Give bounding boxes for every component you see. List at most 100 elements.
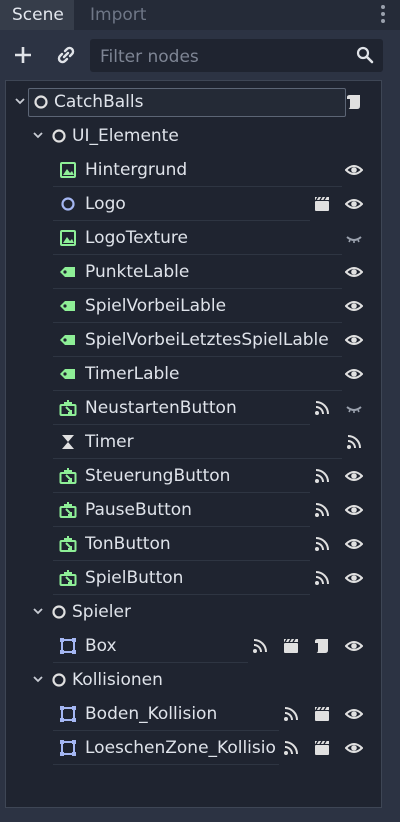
label-icon (60, 369, 75, 379)
texture-button-icon (59, 570, 77, 586)
expand-arrow-icon[interactable] (32, 129, 44, 141)
tree-row-spielbutton[interactable]: SpielButton (6, 561, 381, 595)
texture-button-icon (59, 400, 77, 416)
eye-icon[interactable] (345, 705, 363, 723)
signal-icon[interactable] (313, 399, 331, 417)
node-icon (52, 673, 66, 687)
node-name[interactable]: PunkteLable (85, 255, 340, 289)
plus-icon (15, 47, 31, 63)
node-name[interactable]: SteuerungButton (85, 459, 308, 493)
filter-nodes-input[interactable] (90, 39, 352, 74)
tree-row-pausebutton[interactable]: PauseButton (6, 493, 381, 527)
tree-row-steuerungbutton[interactable]: SteuerungButton (6, 459, 381, 493)
script-icon[interactable] (345, 93, 363, 111)
tree-row-timer[interactable]: Timer (6, 425, 381, 459)
tree-row-punktelable[interactable]: PunkteLable (6, 255, 381, 289)
eye-icon[interactable] (345, 739, 363, 757)
link-icon (57, 46, 75, 64)
node2d-icon (61, 197, 75, 211)
node-icon (34, 95, 48, 109)
row-divider (53, 764, 279, 765)
node-name[interactable]: Boden_Kollision (85, 697, 277, 731)
instance-icon[interactable] (282, 637, 300, 655)
expand-arrow-icon[interactable] (32, 673, 44, 685)
area-icon (60, 638, 76, 654)
tab-import[interactable]: Import (74, 0, 164, 30)
signal-icon[interactable] (313, 501, 331, 519)
tree-row-neustartenbutton[interactable]: NeustartenButton (6, 391, 381, 425)
tree-row-spielvorbeilable[interactable]: SpielVorbeiLable (6, 289, 381, 323)
tree-row-kollisionen[interactable]: Kollisionen (6, 663, 381, 697)
node-name[interactable]: LoeschenZone_Kollisio (85, 731, 277, 765)
node-name[interactable]: Kollisionen (72, 663, 332, 697)
node-name[interactable]: Box (85, 629, 246, 663)
tree-row-ui-elemente[interactable]: UI_Elemente (6, 119, 381, 153)
texture-button-icon (59, 502, 77, 518)
node-name[interactable]: SpielVorbeiLable (85, 289, 340, 323)
expand-arrow-icon[interactable] (32, 605, 44, 617)
tree-row-tonbutton[interactable]: TonButton (6, 527, 381, 561)
eye-closed-icon[interactable] (345, 229, 363, 247)
signal-icon[interactable] (313, 535, 331, 553)
instance-icon[interactable] (313, 705, 331, 723)
tree-row-spieler[interactable]: Spieler (6, 595, 381, 629)
signal-icon[interactable] (282, 705, 300, 723)
instance-icon[interactable] (313, 739, 331, 757)
signal-icon[interactable] (251, 637, 269, 655)
node-name[interactable]: Logo (85, 187, 308, 221)
node-name[interactable]: CatchBalls (54, 85, 340, 119)
eye-icon[interactable] (345, 195, 363, 213)
node-name[interactable]: NeustartenButton (85, 391, 308, 425)
signal-icon[interactable] (345, 433, 363, 451)
tree-row-timerlable[interactable]: TimerLable (6, 357, 381, 391)
node-icon (52, 129, 66, 143)
node-icon (52, 605, 66, 619)
texture-button-icon (59, 536, 77, 552)
node-name[interactable]: TimerLable (85, 357, 340, 391)
eye-icon[interactable] (345, 501, 363, 519)
tree-row-catchballs[interactable]: CatchBalls (6, 85, 381, 119)
node-name[interactable]: LogoTexture (85, 221, 340, 255)
signal-icon[interactable] (282, 739, 300, 757)
eye-icon[interactable] (345, 467, 363, 485)
tree-row-logo[interactable]: Logo (6, 187, 381, 221)
scene-tree[interactable]: CatchBalls UI_Elemente Hintergrund Logo Logo… (5, 80, 382, 808)
eye-icon[interactable] (345, 331, 363, 349)
eye-icon[interactable] (345, 365, 363, 383)
node-name[interactable]: SpielButton (85, 561, 308, 595)
eye-icon[interactable] (345, 569, 363, 587)
eye-icon[interactable] (345, 263, 363, 281)
tree-row-loeschenzone-kollisio[interactable]: LoeschenZone_Kollisio (6, 731, 381, 765)
node-name[interactable]: Spieler (72, 595, 332, 629)
tree-row-logotexture[interactable]: LogoTexture (6, 221, 381, 255)
node-name[interactable]: PauseButton (85, 493, 308, 527)
node-name[interactable]: SpielVorbeiLetztesSpielLable (85, 323, 340, 357)
tree-row-boden-kollision[interactable]: Boden_Kollision (6, 697, 381, 731)
instance-icon[interactable] (313, 195, 331, 213)
signal-icon[interactable] (313, 569, 331, 587)
expand-arrow-icon[interactable] (14, 95, 26, 107)
texture-rect-icon (60, 162, 76, 178)
node-name[interactable]: UI_Elemente (72, 119, 332, 153)
more-options-icon[interactable] (381, 5, 385, 25)
tab-scene[interactable]: Scene (0, 0, 74, 30)
search-icon[interactable] (356, 46, 374, 64)
eye-icon[interactable] (345, 297, 363, 315)
eye-icon[interactable] (345, 161, 363, 179)
signal-icon[interactable] (313, 467, 331, 485)
add-node-button[interactable] (8, 40, 38, 70)
texture-button-icon (59, 468, 77, 484)
instance-child-scene-button[interactable] (51, 40, 81, 70)
eye-closed-icon[interactable] (345, 399, 363, 417)
tree-row-box[interactable]: Box (6, 629, 381, 663)
eye-icon[interactable] (345, 535, 363, 553)
node-name[interactable]: Hintergrund (85, 153, 340, 187)
tree-row-spielvorbeiletztesspiellable[interactable]: SpielVorbeiLetztesSpielLable (6, 323, 381, 357)
node-name[interactable]: Timer (85, 425, 340, 459)
node-name[interactable]: TonButton (85, 527, 308, 561)
label-icon (60, 267, 75, 277)
eye-icon[interactable] (345, 637, 363, 655)
tree-row-hintergrund[interactable]: Hintergrund (6, 153, 381, 187)
script-icon[interactable] (313, 637, 331, 655)
filter-nodes-field (90, 39, 383, 74)
